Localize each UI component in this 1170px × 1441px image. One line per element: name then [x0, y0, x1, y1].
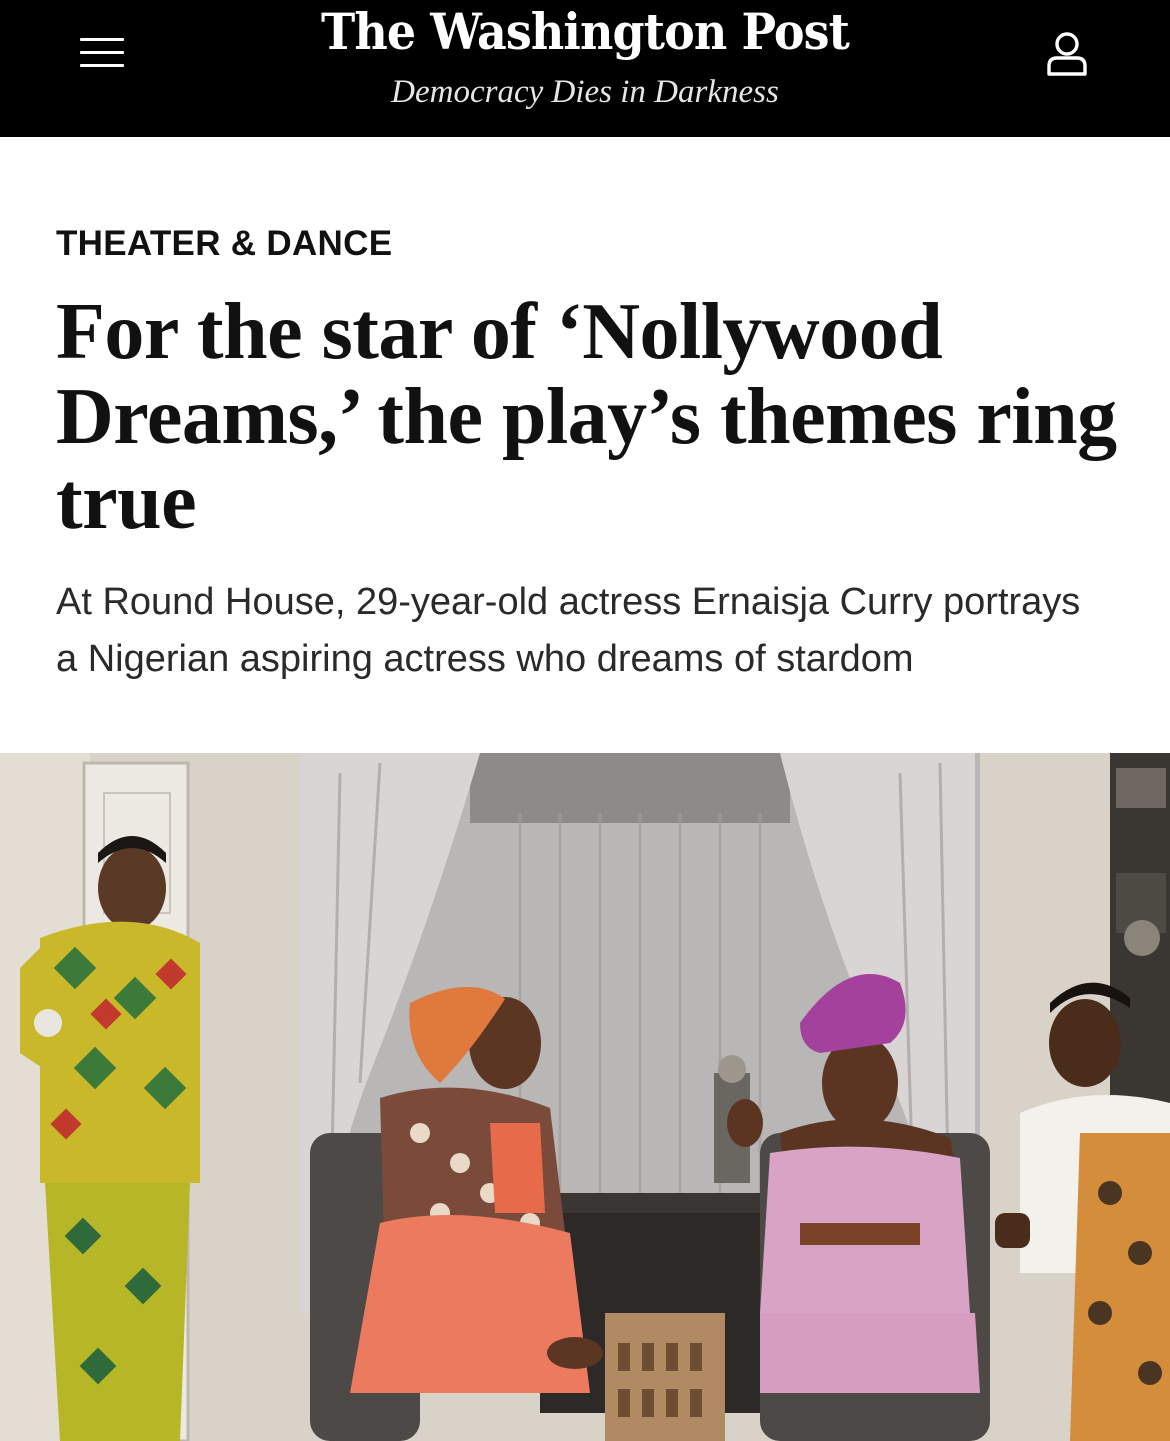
masthead: The Washington Post Democracy Dies in Da…: [0, 0, 1170, 137]
site-logo[interactable]: The Washington Post: [47, 2, 1123, 62]
user-account-icon[interactable]: [1045, 30, 1089, 76]
section-label[interactable]: THEATER & DANCE: [56, 224, 392, 264]
article-subheadline: At Round House, 29-year-old actress Erna…: [56, 581, 1081, 680]
site-tagline: Democracy Dies in Darkness: [391, 74, 779, 110]
article-headline: For the star of ‘Nollywood Dreams,’ the …: [56, 288, 1117, 546]
article-lead-photo: [0, 753, 1170, 1441]
brand: The Washington Post Democracy Dies in Da…: [0, 0, 1170, 112]
